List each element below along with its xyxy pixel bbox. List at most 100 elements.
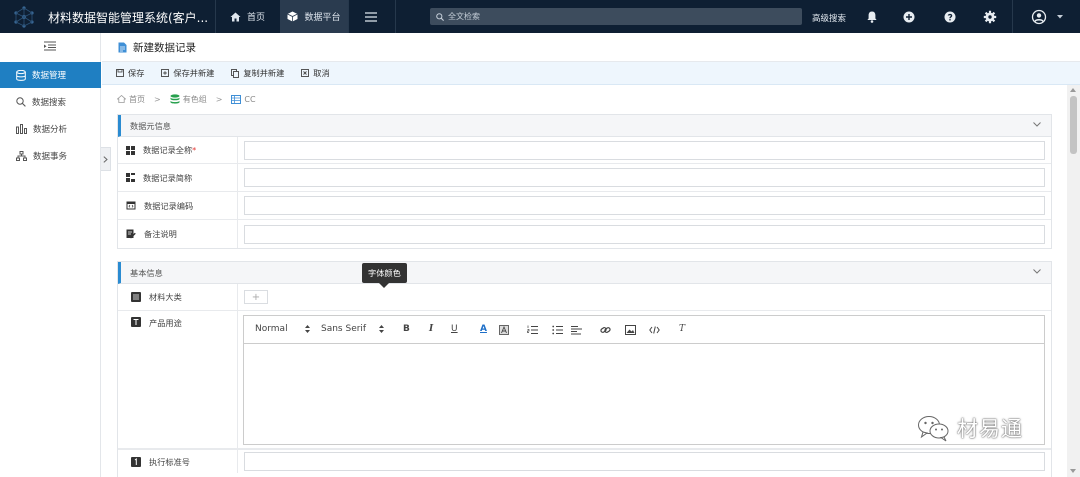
clear-format-button[interactable]: T (679, 324, 685, 334)
grid-alt-icon (126, 173, 135, 182)
search-icon (16, 97, 26, 107)
form-row: 数据记录简称 (118, 164, 1051, 192)
advanced-search-link[interactable]: 高级搜索 (812, 12, 846, 24)
save-and-new-button[interactable]: 保存并新建 (161, 67, 214, 79)
sidebar-item-data-management[interactable]: 数据管理 (0, 62, 101, 88)
field-label-text: 备注说明 (144, 229, 177, 239)
org-tree-icon (16, 151, 27, 161)
divider (348, 0, 349, 33)
save-button[interactable]: 保存 (116, 67, 144, 79)
add-material-category-button[interactable]: + (244, 290, 268, 304)
image-icon[interactable] (625, 325, 636, 335)
home-icon (117, 95, 126, 103)
grid-icon (126, 145, 135, 155)
search-icon (436, 12, 444, 21)
bell-icon[interactable] (864, 9, 880, 25)
format-select-value: Normal (255, 324, 288, 334)
breadcrumb-home[interactable]: 首页 (129, 94, 145, 105)
editor-toolbar: Normal Sans Serif B I U A T (244, 316, 1044, 344)
nav-data-platform[interactable]: 数据平台 (280, 0, 348, 33)
bold-button[interactable]: B (403, 324, 410, 334)
field-label: 产品用途 (118, 311, 238, 449)
cancel-button[interactable]: 取消 (301, 67, 330, 79)
field-label-text: 数据记录编码 (144, 200, 194, 211)
gear-icon[interactable] (982, 9, 998, 25)
form-row: 材料大类 + (118, 284, 1051, 311)
underline-button[interactable]: U (451, 324, 458, 334)
divider (1012, 0, 1013, 33)
top-navigation-bar: 材料数据智能管理系统(客户... 首页 数据平台 全文检索 高级搜索 (0, 0, 1080, 33)
app-title[interactable]: 材料数据智能管理系统(客户... (48, 9, 208, 26)
chevron-down-icon[interactable] (1033, 269, 1041, 274)
nav-home[interactable]: 首页 (216, 0, 279, 33)
search-placeholder: 全文检索 (448, 12, 480, 21)
form-row: 数据记录编码 (118, 192, 1051, 220)
scroll-down-icon[interactable] (1070, 469, 1076, 473)
copy-and-new-button[interactable]: 复制并新建 (231, 67, 284, 79)
full-name-input[interactable] (244, 140, 1045, 160)
home-icon (230, 12, 241, 21)
sidebar-item-data-analysis[interactable]: 数据分析 (0, 116, 101, 142)
font-select-value: Sans Serif (321, 324, 367, 334)
section-title: 数据元信息 (130, 120, 171, 131)
form-row: 数据记录全称 * (118, 137, 1051, 164)
remarks-input[interactable] (244, 224, 1045, 244)
save-label: 保存 (128, 68, 145, 78)
field-label: 材料大类 (118, 284, 238, 310)
user-avatar-icon[interactable] (1031, 9, 1047, 25)
section-title: 基本信息 (130, 267, 163, 278)
short-name-input[interactable] (244, 168, 1045, 187)
sidebar-collapse-icon[interactable] (44, 41, 56, 51)
align-icon[interactable] (571, 325, 582, 335)
field-value (238, 137, 1051, 163)
sidebar-item-data-transaction[interactable]: 数据事务 (0, 143, 101, 169)
font-select[interactable]: Sans Serif (321, 324, 385, 334)
bullet-list-icon[interactable] (552, 325, 563, 335)
section-header[interactable]: 基本信息 (118, 262, 1051, 284)
breadcrumb-separator: > (154, 94, 161, 104)
chevron-down-icon[interactable] (1033, 122, 1041, 127)
breadcrumb-group[interactable]: 有色组 (183, 94, 207, 105)
font-color-button[interactable]: A (480, 324, 487, 334)
section-header[interactable]: 数据元信息 (118, 115, 1051, 137)
vertical-scrollbar[interactable] (1067, 85, 1080, 477)
chevron-down-icon[interactable] (1057, 15, 1063, 19)
edit-note-icon (126, 229, 136, 239)
link-icon[interactable] (600, 325, 611, 335)
sidebar-item-data-search[interactable]: 数据搜索 (0, 89, 101, 115)
standard-number-input[interactable] (244, 452, 1045, 471)
database-icon (16, 69, 26, 81)
page-header: 新建数据记录 (102, 33, 1080, 62)
global-search-input[interactable]: 全文检索 (430, 8, 802, 25)
scroll-up-icon[interactable] (1070, 88, 1076, 92)
watermark: 材易通 (917, 413, 1023, 443)
text-icon (131, 317, 141, 327)
record-code-input[interactable] (244, 196, 1045, 215)
help-circle-icon[interactable] (942, 9, 958, 25)
italic-button[interactable]: I (429, 324, 433, 334)
background-color-icon[interactable] (499, 325, 509, 335)
required-marker: * (192, 145, 197, 155)
form-row: 执行标准号 (118, 449, 1051, 473)
breadcrumb-separator: > (215, 94, 223, 104)
scroll-thumb[interactable] (1070, 96, 1077, 154)
field-label: 备注说明 (118, 220, 238, 248)
field-label-text: 执行标准号 (149, 456, 190, 467)
sidebar-item-label: 数据搜索 (32, 98, 67, 108)
format-select[interactable]: Normal (255, 324, 310, 334)
cancel-label: 取消 (313, 68, 330, 78)
field-value (238, 192, 1051, 219)
breadcrumb-current: CC (244, 94, 256, 104)
field-value (238, 164, 1051, 191)
divider (395, 0, 396, 33)
cancel-icon (301, 69, 310, 77)
nav-platform-label: 数据平台 (304, 13, 341, 23)
field-label-text: 数据记录简称 (143, 172, 193, 183)
field-label: 执行标准号 (118, 450, 238, 473)
field-value (238, 450, 1051, 473)
code-block-icon[interactable] (649, 325, 660, 335)
menu-icon[interactable] (365, 12, 377, 22)
plus-circle-icon[interactable] (901, 9, 917, 25)
field-label-text: 产品用途 (149, 318, 182, 328)
ordered-list-icon[interactable] (527, 325, 538, 335)
